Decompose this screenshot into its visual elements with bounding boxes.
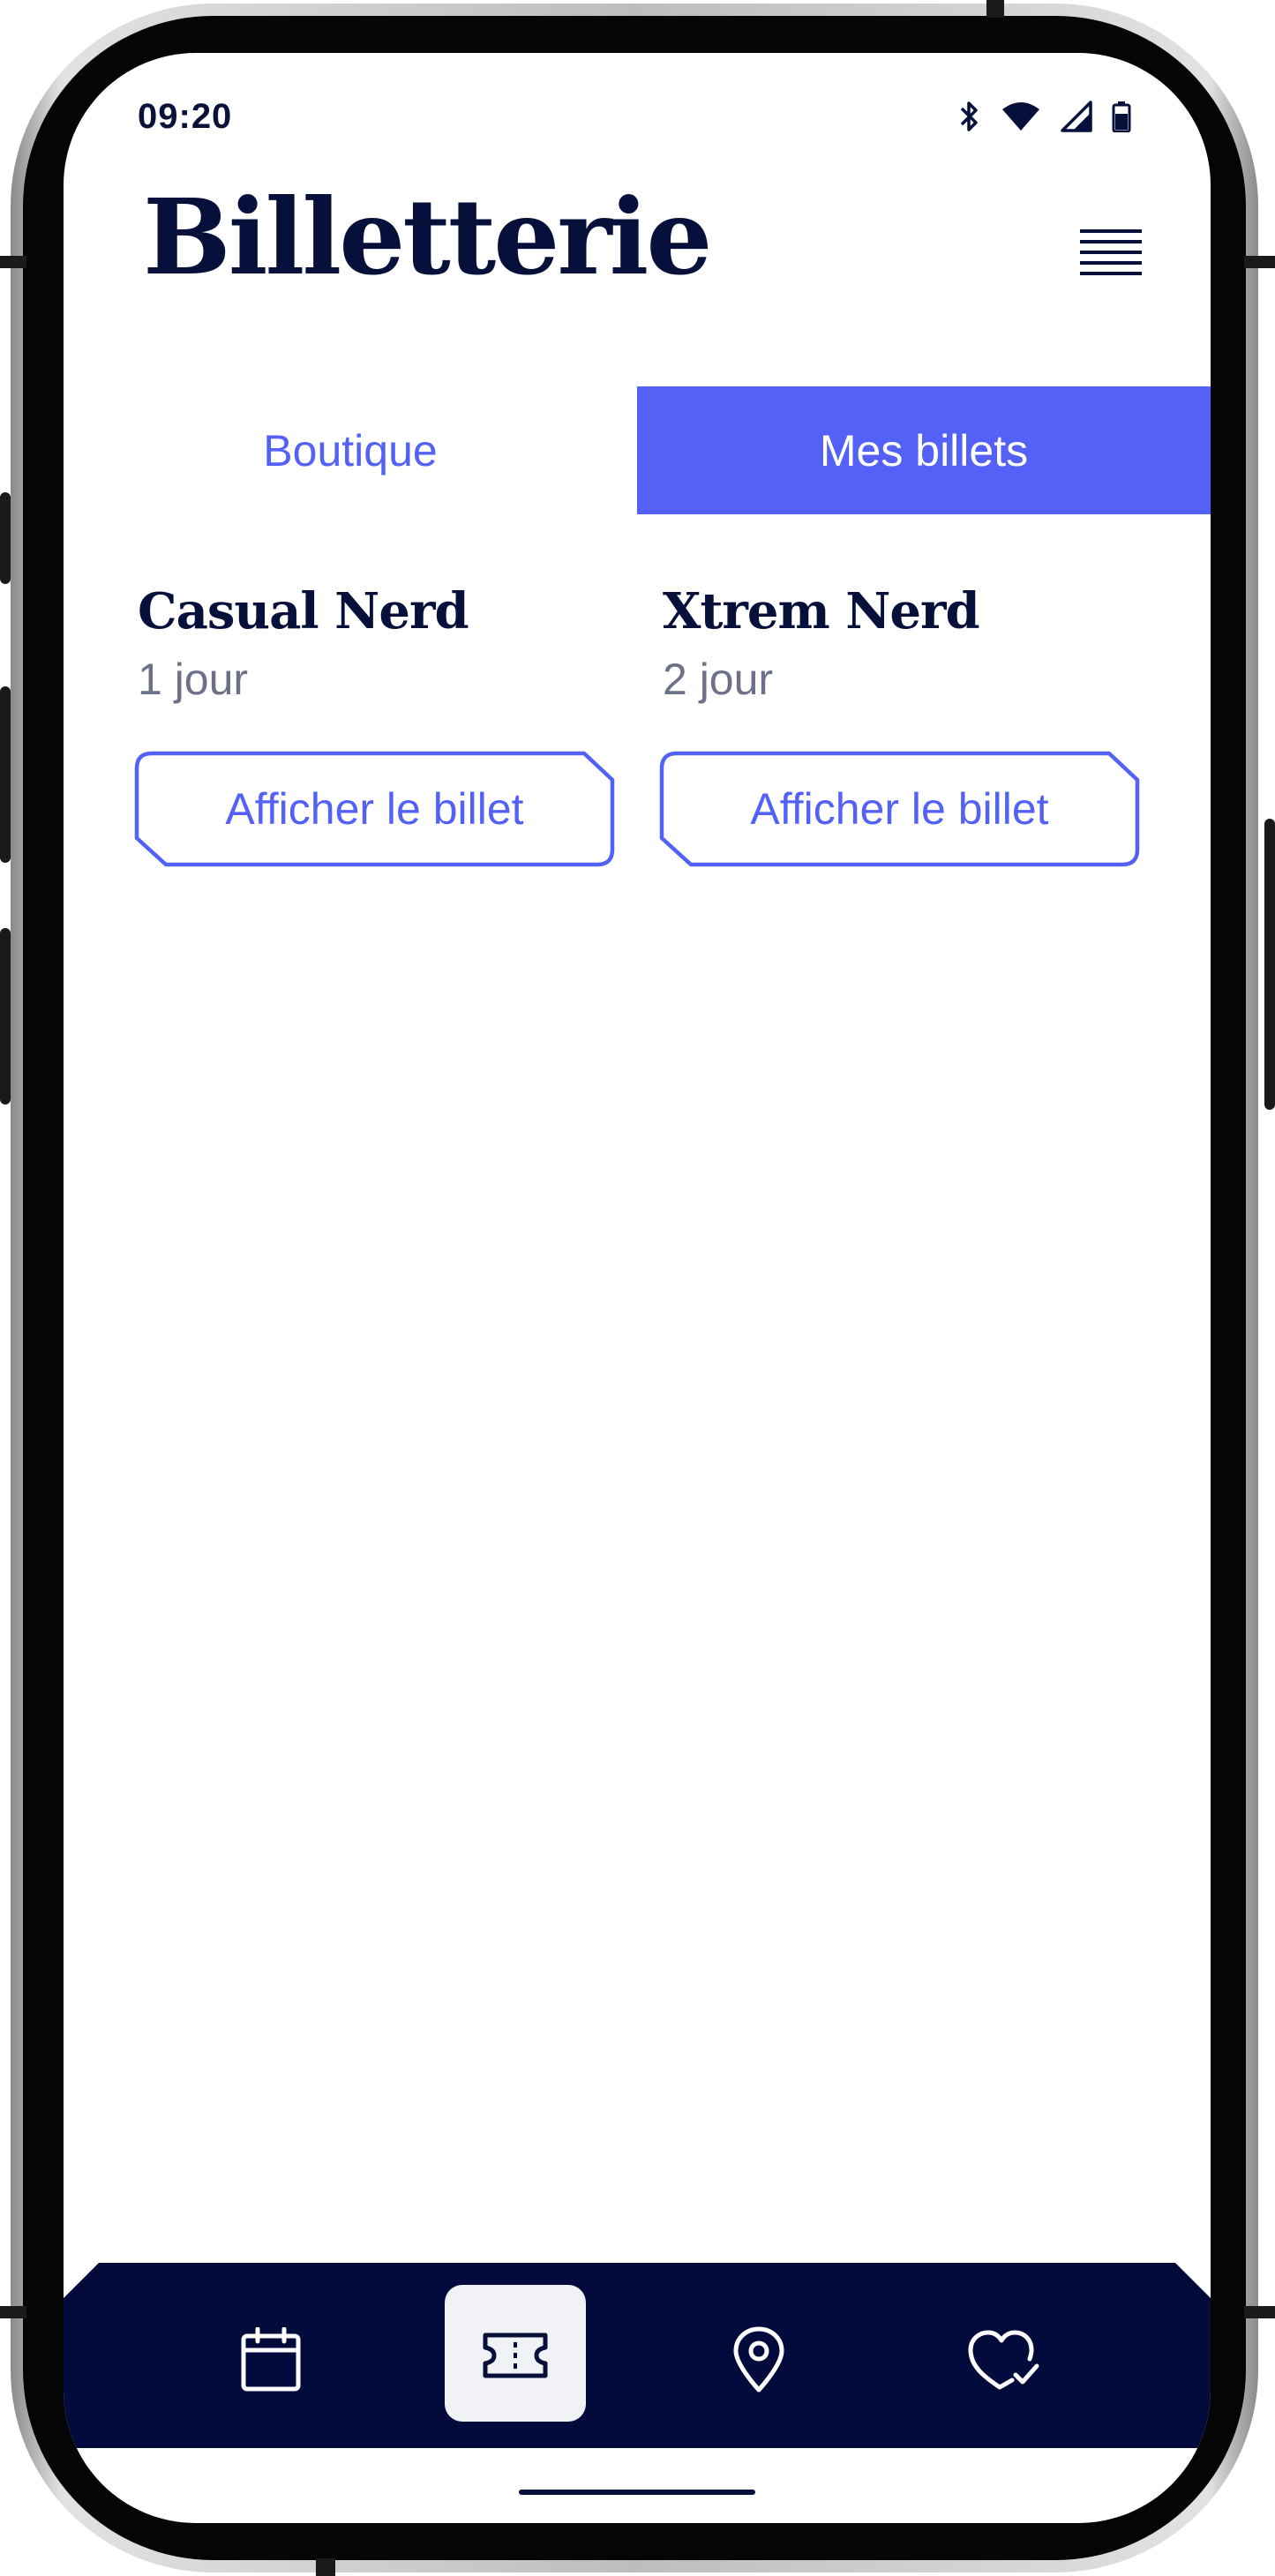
antenna-band (986, 0, 1004, 18)
ticket-card: Xtrem Nerd 2 jour Afficher le billet (659, 582, 1140, 867)
view-ticket-label: Afficher le billet (750, 784, 1049, 835)
antenna-band (316, 2558, 335, 2576)
nav-map[interactable] (688, 2289, 829, 2430)
calendar-icon (241, 2327, 301, 2392)
power-button (1264, 819, 1275, 1110)
antenna-band (0, 256, 26, 268)
app-screen: 09:20 Billetterie Boutique Mes billets C… (64, 53, 1211, 2523)
ticket-duration: 1 jour (138, 655, 249, 705)
phone-mockup: 09:20 Billetterie Boutique Mes billets C… (0, 0, 1275, 2576)
home-indicator[interactable] (519, 2490, 755, 2495)
tab-mes-billets[interactable]: Mes billets (637, 386, 1211, 514)
status-icons (958, 99, 1131, 134)
mute-switch (0, 492, 11, 584)
nav-calendar[interactable] (200, 2289, 341, 2430)
ticket-name: Xtrem Nerd (663, 582, 980, 640)
nav-tickets[interactable] (445, 2285, 586, 2426)
page-title: Billetterie (143, 176, 712, 298)
cellular-signal-icon (1061, 101, 1092, 132)
battery-icon (1112, 101, 1131, 132)
antenna-band (1244, 256, 1275, 268)
map-pin-icon (733, 2326, 784, 2393)
ticket-name: Casual Nerd (138, 582, 469, 640)
antenna-band (0, 2306, 26, 2318)
view-ticket-button[interactable]: Afficher le billet (134, 751, 615, 867)
ticket-card: Casual Nerd 1 jour Afficher le billet (134, 582, 615, 867)
hamburger-menu-icon[interactable] (1080, 229, 1142, 282)
volume-down-button (0, 928, 11, 1105)
view-ticket-label: Afficher le billet (225, 784, 524, 835)
antenna-band (1244, 2306, 1275, 2318)
ticket-icon (483, 2333, 548, 2378)
nav-favorites[interactable] (933, 2289, 1074, 2430)
status-time: 09:20 (138, 97, 233, 136)
tab-bar: Boutique Mes billets (64, 386, 1211, 514)
bottom-navigation (64, 2263, 1211, 2448)
ticket-duration: 2 jour (663, 655, 774, 705)
heart-check-icon (968, 2330, 1039, 2390)
view-ticket-button[interactable]: Afficher le billet (659, 751, 1140, 867)
bluetooth-icon (960, 101, 978, 131)
tab-boutique[interactable]: Boutique (64, 386, 637, 514)
wifi-icon (1002, 102, 1039, 131)
volume-up-button (0, 686, 11, 863)
